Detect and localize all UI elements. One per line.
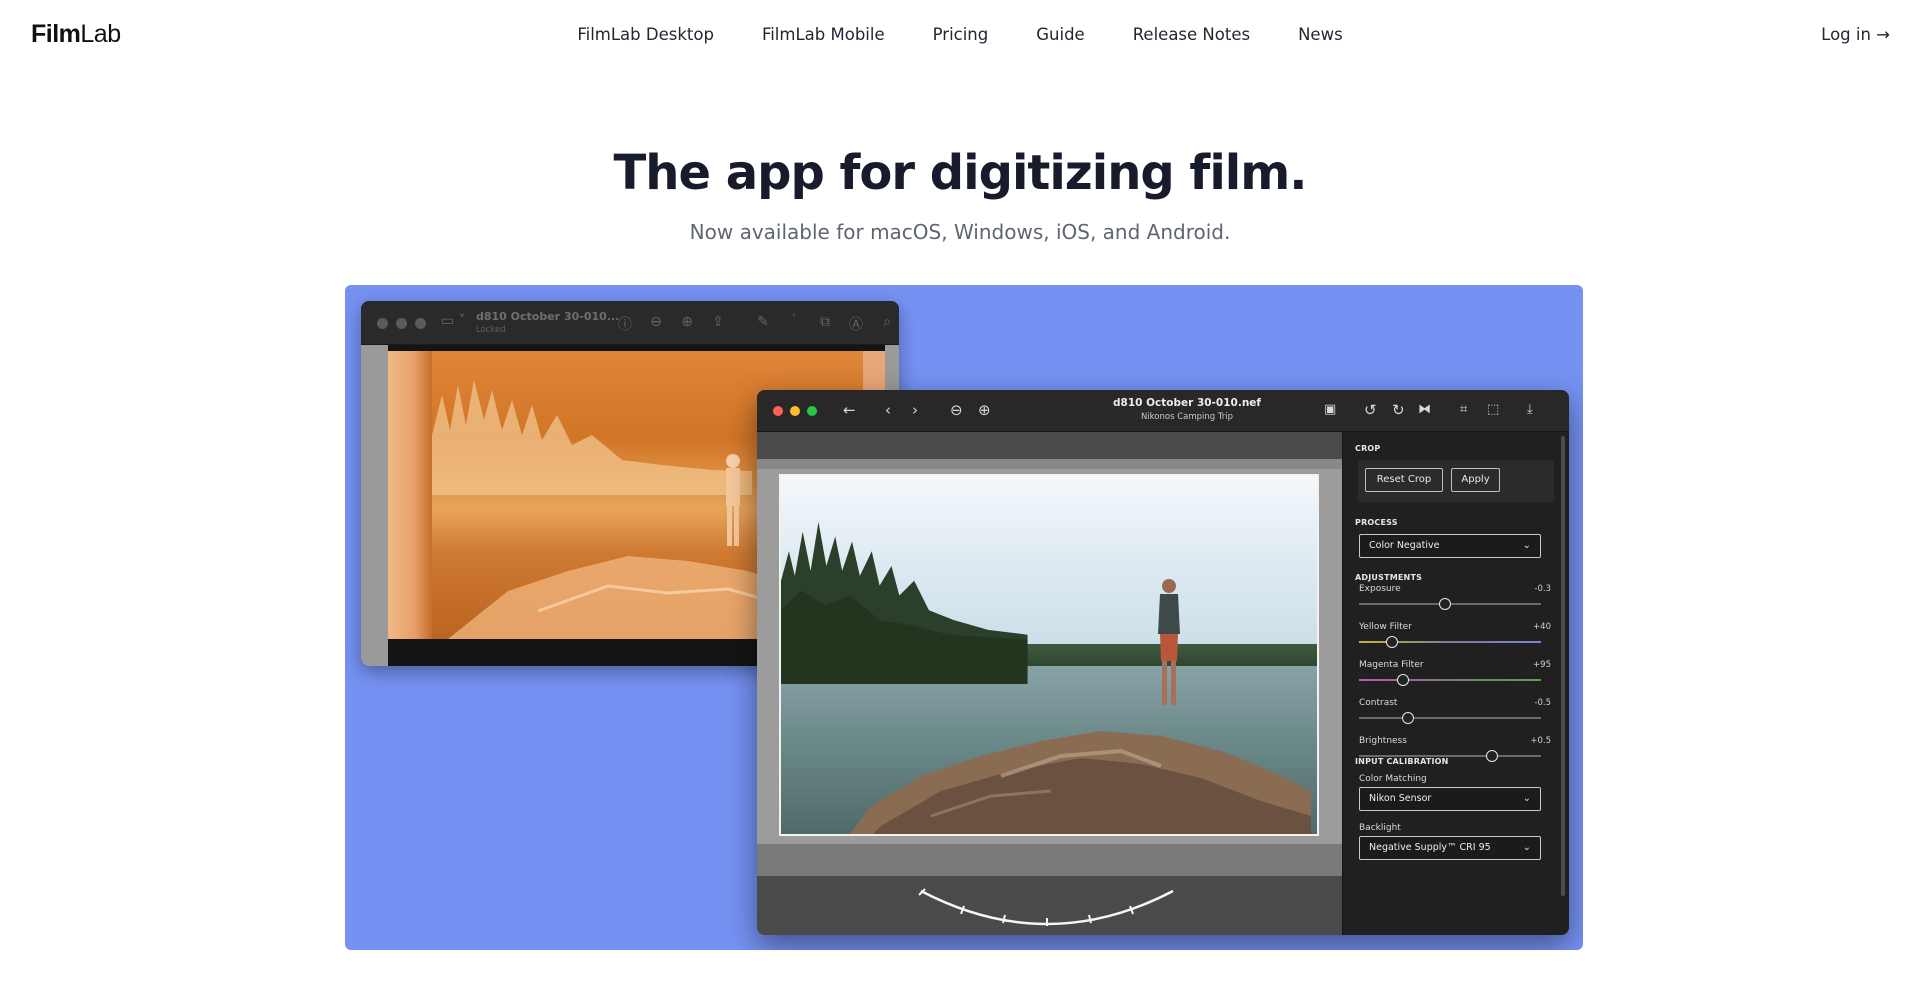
yellow-filter-label: Yellow Filter (1359, 622, 1412, 632)
tone-curve-indicator[interactable] (917, 887, 1177, 932)
rotate-icon: ⧉ (820, 314, 830, 330)
backlight-select[interactable]: Negative Supply™ CRI 95 ⌄ (1359, 836, 1541, 860)
chevron-down-icon: ⌄ (1522, 540, 1531, 551)
login-link[interactable]: Log in → (1821, 25, 1890, 44)
preview-title: d810 October 30-010... (476, 310, 620, 323)
magenta-filter-slider-handle[interactable] (1396, 674, 1409, 686)
chevron-down-icon: ˅ (791, 314, 797, 324)
contrast-slider-handle[interactable] (1402, 712, 1415, 724)
annotate-icon: Ⓐ (849, 317, 863, 333)
search-icon: ⌕ (883, 314, 891, 330)
nav-link-release-notes[interactable]: Release Notes (1133, 25, 1250, 44)
filmlab-window: ← ‹ › ⊖ ⊕ d810 October 30-010.nef Nikono… (757, 390, 1569, 935)
window-controls (773, 406, 817, 416)
photo-rock (850, 731, 1311, 834)
panel-scrollbar[interactable] (1561, 436, 1565, 896)
top-nav: FilmLab FilmLab Desktop FilmLab Mobile P… (0, 0, 1920, 70)
share-icon: ⇪ (712, 314, 724, 330)
image-icon[interactable]: ▣ (1324, 401, 1336, 419)
contrast-label: Contrast (1359, 698, 1398, 708)
exposure-value: -0.3 (1534, 584, 1551, 594)
preview-toolbar: ⓘ ⊖ ⊕ ⇪ ✎ ˅ ⧉ Ⓐ ⌕ (616, 314, 896, 334)
nav-link-guide[interactable]: Guide (1036, 25, 1084, 44)
backlight-label: Backlight (1359, 823, 1401, 833)
filmlab-titlebar: ← ‹ › ⊖ ⊕ d810 October 30-010.nef Nikono… (757, 390, 1569, 432)
exposure-label: Exposure (1359, 584, 1401, 594)
back-arrow-icon[interactable]: ← (843, 401, 856, 419)
chevron-left-icon[interactable]: ‹ (885, 401, 891, 419)
nav-links: FilmLab Desktop FilmLab Mobile Pricing G… (0, 25, 1920, 44)
preview-titlebar: ▭ ˅ d810 October 30-010... Locked ⓘ ⊖ ⊕ … (361, 301, 899, 345)
zoom-in-icon[interactable]: ⊕ (978, 401, 991, 419)
magenta-filter-label: Magenta Filter (1359, 660, 1424, 670)
nav-link-pricing[interactable]: Pricing (933, 25, 989, 44)
sidebar-toggle-icon: ▭ ˅ (441, 313, 466, 329)
chevron-right-icon[interactable]: › (912, 401, 918, 419)
zoom-out-icon: ⊖ (650, 314, 662, 330)
brightness-value: +0.5 (1530, 736, 1551, 746)
info-icon: ⓘ (618, 317, 632, 333)
crop-heading: CROP (1355, 444, 1381, 453)
magenta-filter-slider[interactable] (1359, 674, 1541, 686)
crop-controls: Reset Crop Apply (1358, 460, 1554, 502)
hero-title: The app for digitizing film. (613, 145, 1308, 201)
magenta-filter-value: +95 (1533, 660, 1551, 670)
maximize-window-button[interactable] (807, 406, 817, 416)
chevron-down-icon: ⌄ (1522, 842, 1531, 853)
nav-link-filmlab-mobile[interactable]: FilmLab Mobile (762, 25, 885, 44)
close-window-button[interactable] (773, 406, 783, 416)
contrast-slider[interactable] (1359, 712, 1541, 724)
photo-trees (781, 521, 1028, 684)
window-controls (377, 318, 426, 329)
exposure-slider-handle[interactable] (1438, 598, 1451, 610)
yellow-filter-value: +40 (1533, 622, 1551, 632)
exposure-slider[interactable] (1359, 598, 1541, 610)
zoom-in-icon: ⊕ (681, 314, 693, 330)
image-canvas[interactable] (757, 432, 1342, 935)
frame-icon[interactable]: ⬚ (1487, 401, 1499, 419)
adjustment-panel: CROP Reset Crop Apply PROCESS Color Nega… (1342, 432, 1569, 935)
negative-person (726, 454, 740, 546)
zoom-out-icon[interactable]: ⊖ (950, 401, 963, 419)
flip-icon[interactable]: ⧓ (1418, 401, 1431, 419)
yellow-filter-slider[interactable] (1359, 636, 1541, 648)
rotate-right-icon[interactable]: ↻ (1392, 401, 1405, 419)
negative-trees (432, 380, 752, 495)
chevron-down-icon: ⌄ (1522, 793, 1531, 804)
nav-link-filmlab-desktop[interactable]: FilmLab Desktop (577, 25, 714, 44)
color-matching-select[interactable]: Nikon Sensor ⌄ (1359, 787, 1541, 811)
input-calibration-heading: INPUT CALIBRATION (1355, 757, 1449, 766)
apply-crop-button[interactable]: Apply (1451, 468, 1500, 492)
photo-person (1158, 579, 1180, 705)
converted-photo[interactable] (779, 474, 1319, 836)
nav-link-news[interactable]: News (1298, 25, 1343, 44)
crop-icon[interactable]: ⌗ (1460, 401, 1467, 419)
app-showcase: ▭ ˅ d810 October 30-010... Locked ⓘ ⊖ ⊕ … (345, 285, 1583, 950)
process-heading: PROCESS (1355, 518, 1398, 527)
color-matching-label: Color Matching (1359, 774, 1427, 784)
brightness-slider-handle[interactable] (1485, 750, 1498, 762)
preview-subtitle: Locked (476, 325, 506, 335)
rotate-left-icon[interactable]: ↺ (1364, 401, 1377, 419)
reset-crop-button[interactable]: Reset Crop (1365, 468, 1443, 492)
yellow-filter-slider-handle[interactable] (1385, 636, 1398, 648)
export-icon[interactable]: ⤓ (1527, 401, 1533, 419)
markup-icon: ✎ (757, 314, 769, 330)
process-select[interactable]: Color Negative ⌄ (1359, 534, 1541, 558)
contrast-value: -0.5 (1534, 698, 1551, 708)
minimize-window-button[interactable] (790, 406, 800, 416)
adjustments-heading: ADJUSTMENTS (1355, 573, 1423, 582)
hero-subtitle: Now available for macOS, Windows, iOS, a… (689, 220, 1231, 244)
brightness-label: Brightness (1359, 736, 1407, 746)
filmlab-roll-subtitle: Nikonos Camping Trip (1140, 412, 1234, 422)
filmlab-file-title: d810 October 30-010.nef (1113, 397, 1261, 409)
